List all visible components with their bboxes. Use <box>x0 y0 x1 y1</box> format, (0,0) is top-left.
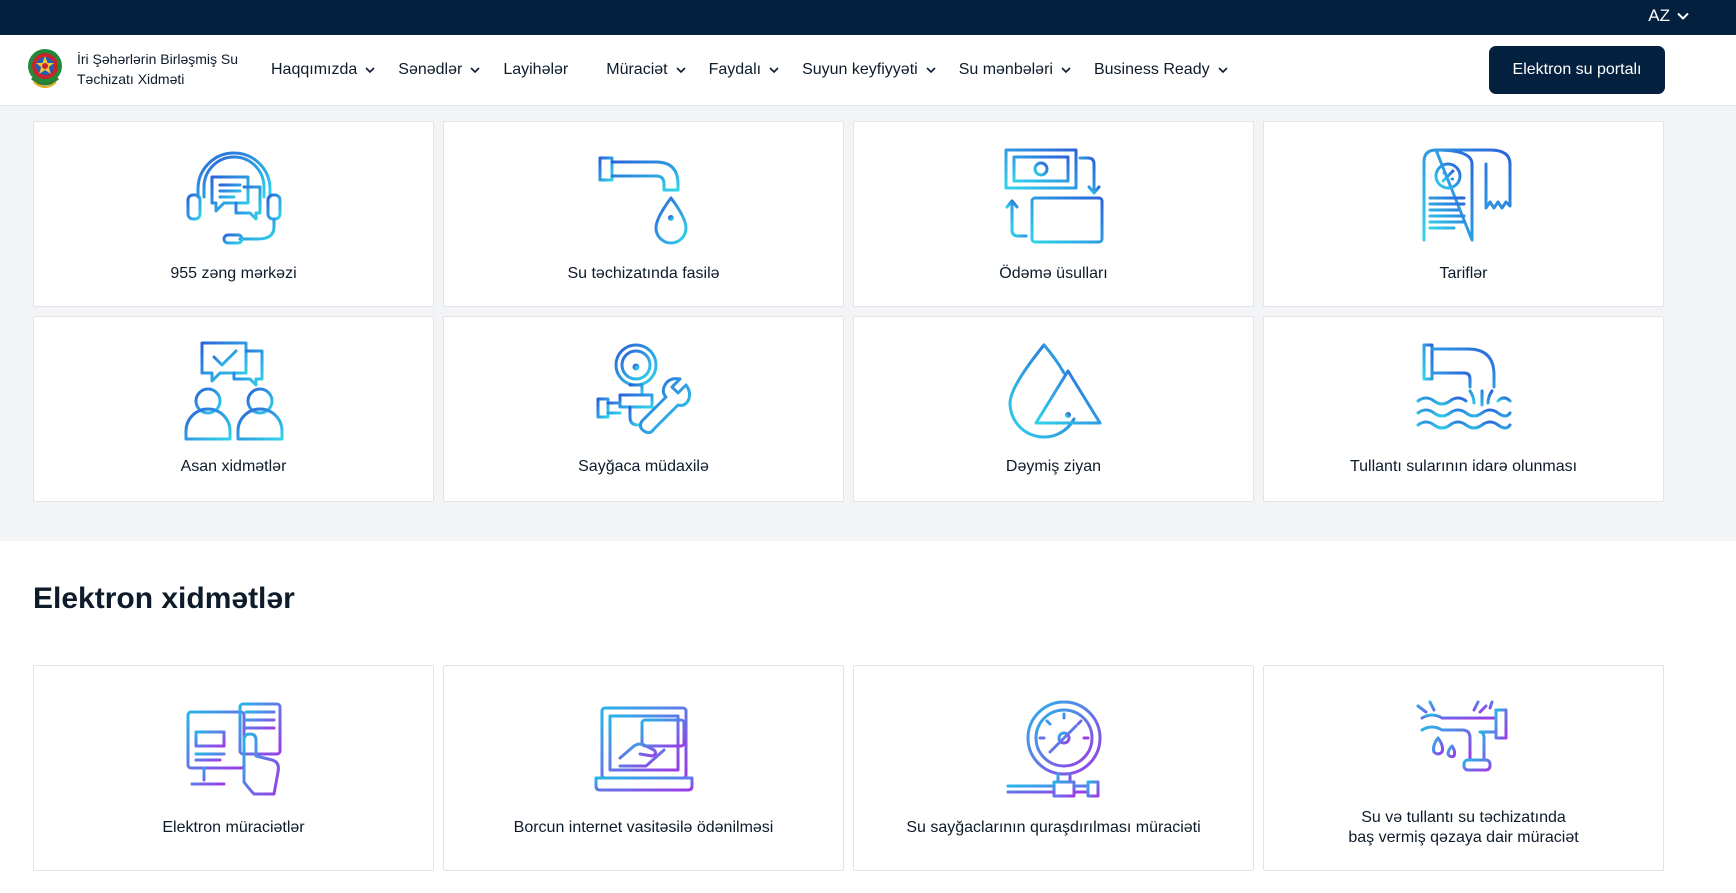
headset-chat-icon <box>186 151 281 245</box>
chevron-down-icon <box>365 67 375 74</box>
eservice-card-accident-report[interactable]: Su və tullantı su təchizatında baş vermi… <box>1263 665 1664 871</box>
logo-emblem-icon[interactable] <box>26 46 64 92</box>
service-label: Tariflər <box>1439 265 1488 282</box>
wastewater-pipe-icon <box>1416 343 1511 430</box>
language-label: AZ <box>1648 6 1670 25</box>
nav-label: Müraciət <box>606 61 668 78</box>
nav-item-water-sources[interactable]: Su mənbələri <box>959 61 1072 79</box>
tariff-receipt-icon <box>1422 148 1511 242</box>
service-card-damage[interactable]: Dəymiş ziyan <box>853 316 1254 502</box>
eservice-label: Borcun internet vasitəsilə ödənilməsi <box>513 819 774 836</box>
nav-label: Su mənbələri <box>958 61 1053 78</box>
eservice-card-online-payment[interactable]: Borcun internet vasitəsilə ödənilməsi <box>443 665 844 871</box>
service-label: Tullantı sularının idarə olunması <box>1349 458 1578 475</box>
drop-warning-icon <box>1008 343 1101 439</box>
service-label: Su təchizatında fasilə <box>567 265 720 282</box>
top-bar: AZ <box>0 0 1736 35</box>
nav-item-documents[interactable]: Sənədlər <box>398 61 481 79</box>
nav-label: Haqqımızda <box>271 61 358 78</box>
service-card-call-center[interactable]: 955 zəng mərkəzi <box>33 121 434 307</box>
chevron-down-icon <box>1061 67 1071 74</box>
service-card-wastewater[interactable]: Tullantı sularının idarə olunması <box>1263 316 1664 502</box>
nav-label: Sənədlər <box>398 61 463 78</box>
main-header: İri Şəhərlərin Birləşmiş Su Təchizatı Xi… <box>0 35 1736 106</box>
payment-methods-icon <box>1004 148 1103 244</box>
meter-wrench-icon <box>596 343 691 435</box>
service-label: Dəymiş ziyan <box>1005 458 1102 475</box>
nav-item-water-quality[interactable]: Suyun keyfiyyəti <box>802 61 937 79</box>
nav-label: Suyun keyfiyyəti <box>802 61 918 78</box>
service-card-tariffs[interactable]: Tariflər <box>1263 121 1664 307</box>
users-check-icon <box>184 341 283 441</box>
main-nav: Haqqımızda Sənədlər Layihələr Müraciət F… <box>271 35 1251 105</box>
chevron-down-icon <box>926 67 936 74</box>
nav-label: Faydalı <box>708 61 762 78</box>
service-card-supply-interruption[interactable]: Su təchizatında fasilə <box>443 121 844 307</box>
nav-item-about[interactable]: Haqqımızda <box>271 61 376 79</box>
service-label: Ödəmə üsulları <box>999 265 1108 282</box>
eservice-label: Elektron müraciətlər <box>162 819 305 836</box>
online-payment-icon <box>594 706 693 792</box>
service-card-asan-services[interactable]: Asan xidmətlər <box>33 316 434 502</box>
eservice-label: Su sayğaclarının quraşdırılması müraciət… <box>906 819 1201 836</box>
nav-item-business-ready[interactable]: Business Ready <box>1094 61 1229 79</box>
nav-label: Layihələr <box>503 61 569 78</box>
service-card-payment-methods[interactable]: Ödəmə üsulları <box>853 121 1254 307</box>
water-meter-gauge-icon <box>1006 700 1101 798</box>
chevron-down-icon <box>769 67 779 74</box>
service-card-meter-tampering[interactable]: Sayğaca müdaxilə <box>443 316 844 502</box>
chevron-down-icon <box>676 67 686 74</box>
service-label: 955 zəng mərkəzi <box>170 265 297 282</box>
chevron-down-icon <box>1677 12 1689 20</box>
eservice-label-line1: Su və tullantı su təchizatında <box>1361 809 1566 826</box>
nav-item-useful[interactable]: Faydalı <box>709 61 780 79</box>
nav-item-application[interactable]: Müraciət <box>606 61 686 79</box>
nav-item-projects[interactable]: Layihələr <box>503 61 568 79</box>
eservice-card-meter-installation[interactable]: Su sayğaclarının quraşdırılması müraciət… <box>853 665 1254 871</box>
section-title: Elektron xidmətlər <box>33 582 295 615</box>
electronic-portal-button[interactable]: Elektron su portalı <box>1489 46 1665 94</box>
nav-label: Business Ready <box>1093 61 1210 78</box>
eservice-card-applications[interactable]: Elektron müraciətlər <box>33 665 434 871</box>
eservice-label-line2: baş vermiş qəzaya dair müraciət <box>1348 829 1579 846</box>
language-selector[interactable]: AZ <box>1648 6 1690 26</box>
organization-name[interactable]: İri Şəhərlərin Birləşmiş Su Təchizatı Xi… <box>77 49 257 89</box>
chevron-down-icon <box>1218 67 1228 74</box>
service-label: Sayğaca müdaxilə <box>578 458 709 475</box>
faucet-info-icon <box>598 148 687 245</box>
service-label: Asan xidmətlər <box>180 458 287 475</box>
online-application-icon <box>186 702 281 796</box>
broken-pipe-icon <box>1416 700 1507 772</box>
chevron-down-icon <box>470 67 480 74</box>
